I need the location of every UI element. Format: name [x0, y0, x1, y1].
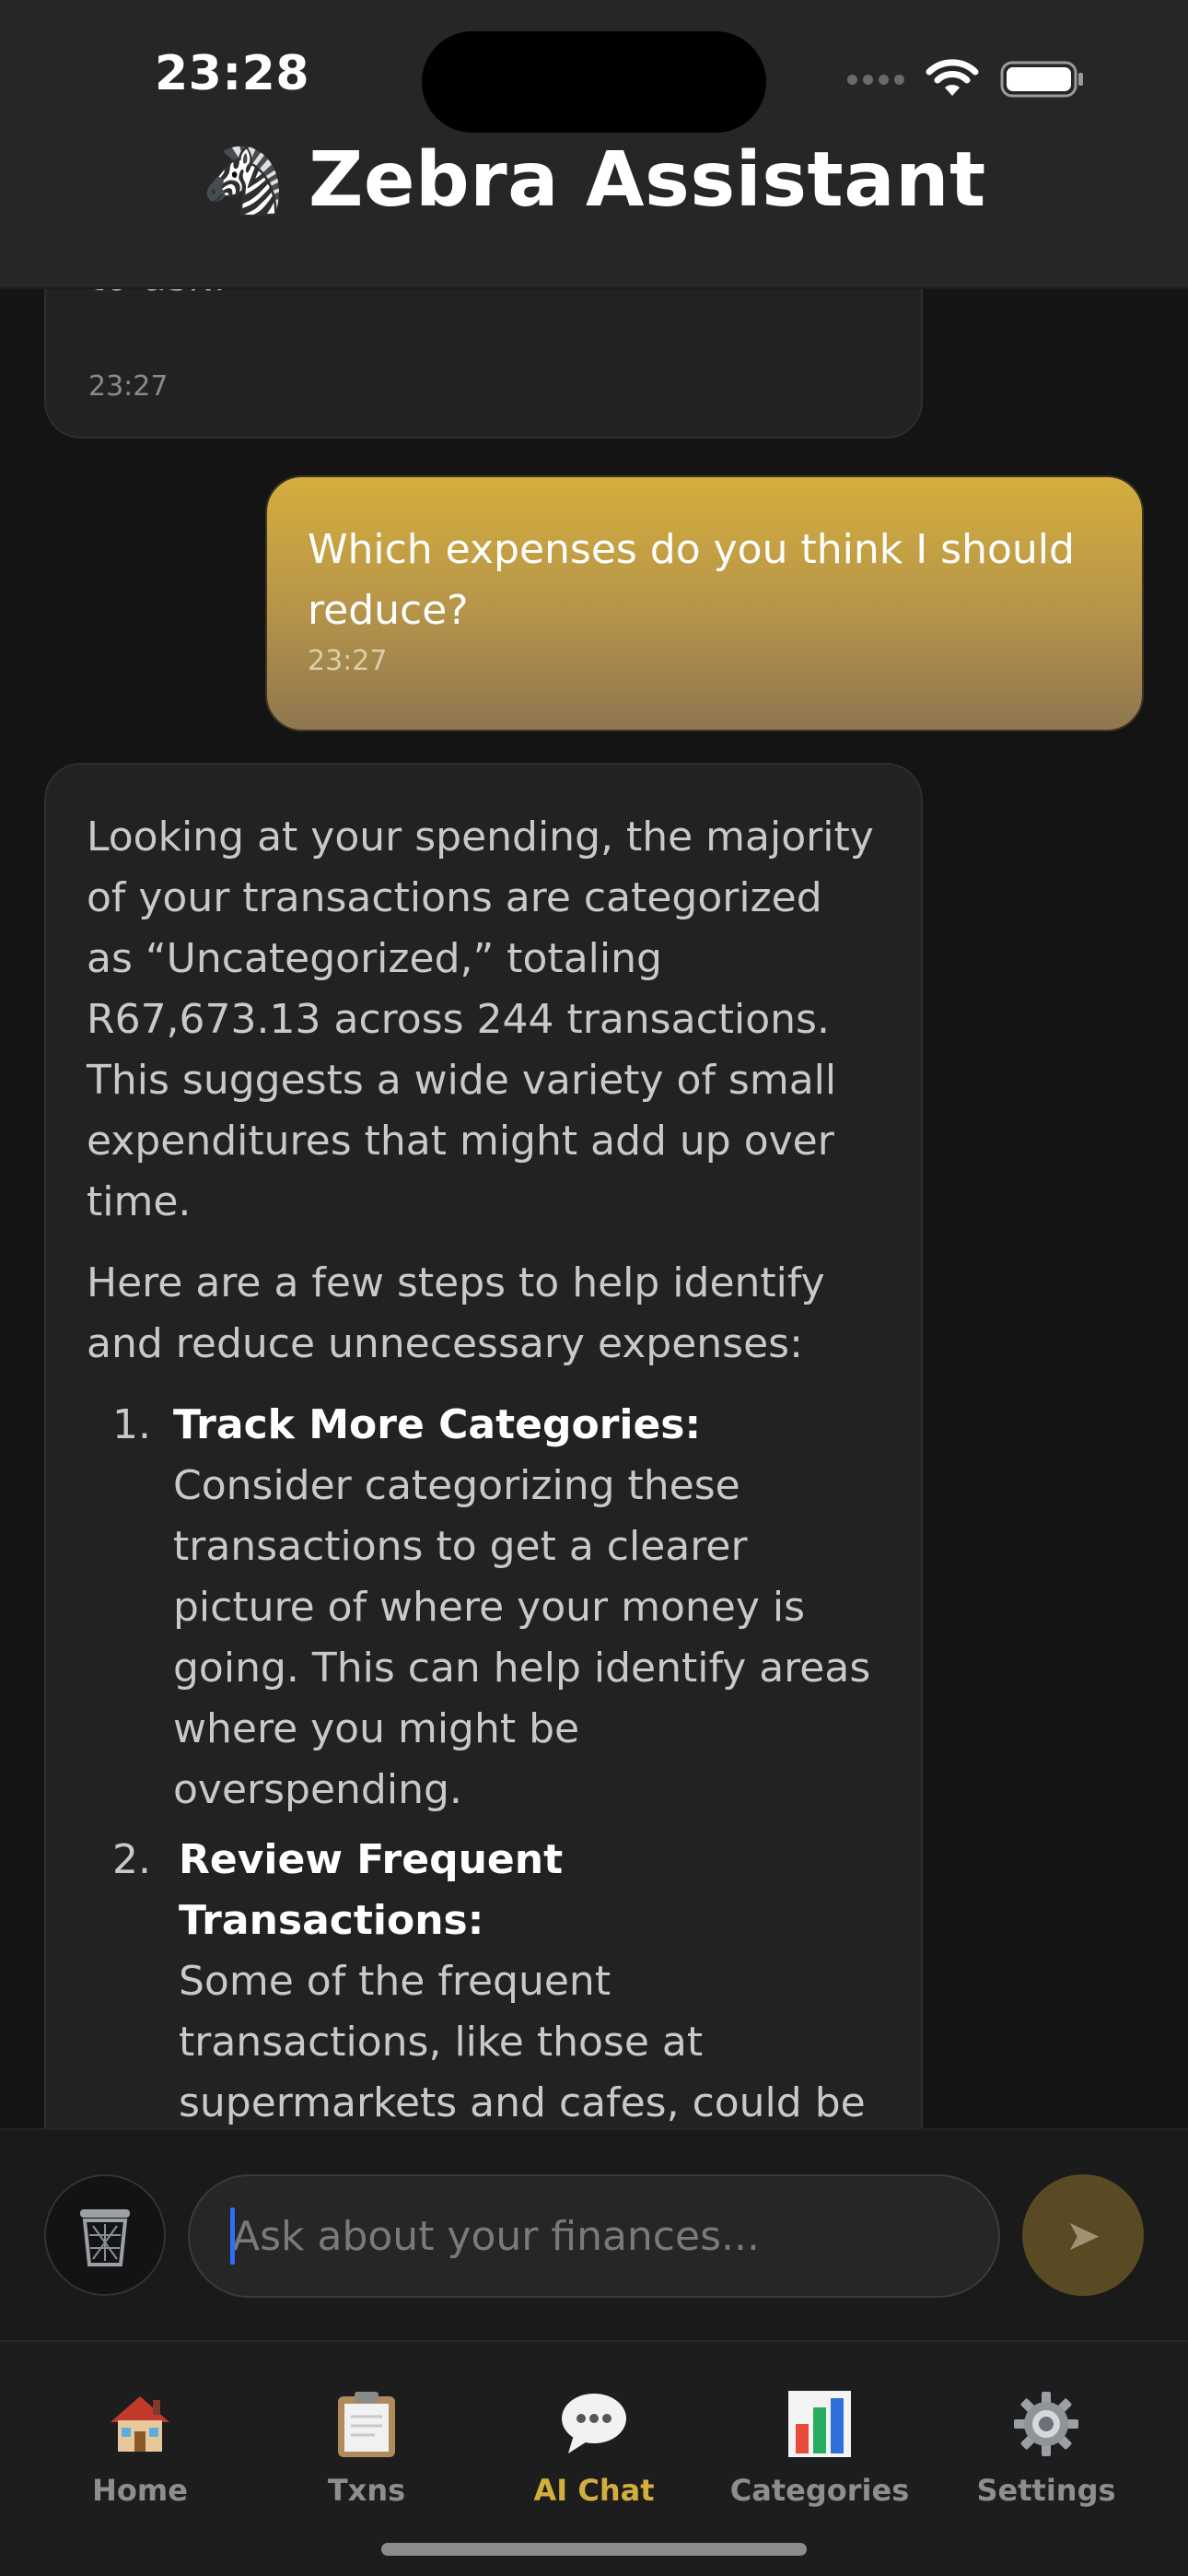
- tab-settings[interactable]: Settings: [945, 2388, 1147, 2508]
- message-time: 23:27: [88, 370, 169, 403]
- status-icons: [847, 59, 1085, 100]
- message-time: 23:27: [308, 645, 388, 677]
- house-icon: [111, 2396, 169, 2452]
- message-paragraph: Looking at your spending, the majority o…: [87, 814, 874, 1225]
- status-time: 23:28: [155, 46, 310, 101]
- user-message: Which expenses do you think I should red…: [265, 475, 1144, 732]
- tab-transactions[interactable]: Txns: [265, 2388, 468, 2508]
- tab-bar: Home Txns AI Chat Categories Settings: [0, 2342, 1188, 2576]
- battery-icon: [1000, 61, 1083, 98]
- trash-icon: [80, 2209, 130, 2266]
- list-item-text: Some of the frequent transactions, like …: [179, 1958, 866, 2126]
- wifi-icon: [926, 59, 979, 96]
- list-number: 1.: [112, 1401, 151, 1448]
- clipboard-icon: [338, 2392, 395, 2457]
- dynamic-island: [422, 31, 766, 133]
- message-paragraph: Here are a few steps to help identify an…: [87, 1259, 825, 1367]
- list-item: 2. Review Frequent Transactions: Some of…: [87, 1830, 880, 2128]
- list-item-title: Review Frequent Transactions:: [179, 1836, 564, 1944]
- list-item: 1. Track More Categories: Consider categ…: [87, 1395, 880, 1821]
- app-title-wrap: 🦓 Zebra Assistant: [0, 136, 1188, 224]
- message-text: to ask!: [88, 287, 227, 308]
- composer-bar: ➤: [0, 2128, 1188, 2342]
- tab-label: Home: [92, 2473, 188, 2508]
- list-body: Track More Categories: Consider categori…: [173, 1395, 880, 1821]
- tab-ai-chat[interactable]: AI Chat: [493, 2388, 695, 2508]
- list-item-title: Track More Categories:: [173, 1401, 702, 1448]
- speech-bubble-icon: [562, 2394, 626, 2453]
- text-caret: [230, 2207, 235, 2265]
- bar-chart-icon: [788, 2391, 851, 2457]
- list-item-text: Consider categorizing these transactions…: [173, 1462, 871, 1813]
- chat-input[interactable]: [188, 2174, 1000, 2298]
- assistant-message: Looking at your spending, the majority o…: [44, 763, 923, 2128]
- assistant-message: to ask! 23:27: [44, 287, 923, 439]
- cellular-signal-icon: [847, 74, 904, 85]
- message-text: Which expenses do you think I should red…: [308, 526, 1075, 634]
- zebra-icon: 🦓: [202, 141, 285, 219]
- tab-label: Settings: [976, 2473, 1116, 2508]
- send-icon: ➤: [1065, 2210, 1101, 2260]
- home-indicator[interactable]: [381, 2543, 807, 2556]
- tab-label: Txns: [327, 2473, 406, 2508]
- clear-chat-button[interactable]: [44, 2174, 166, 2296]
- tab-home[interactable]: Home: [39, 2388, 241, 2508]
- tab-categories[interactable]: Categories: [718, 2388, 921, 2508]
- gear-icon: [1014, 2392, 1078, 2456]
- header: 23:28 🦓 Zebra Assistant: [0, 0, 1188, 289]
- tab-label: Categories: [729, 2473, 910, 2508]
- page-title: Zebra Assistant: [308, 136, 986, 224]
- send-button[interactable]: ➤: [1022, 2174, 1144, 2296]
- list-number: 2.: [112, 1836, 151, 1883]
- list-body: Review Frequent Transactions: Some of th…: [179, 1830, 880, 2128]
- chat-thread[interactable]: to ask! 23:27 Which expenses do you thin…: [0, 287, 1188, 2128]
- app-screen: 23:28 🦓 Zebra Assistant to ask!: [0, 0, 1188, 2576]
- tab-label: AI Chat: [533, 2473, 655, 2508]
